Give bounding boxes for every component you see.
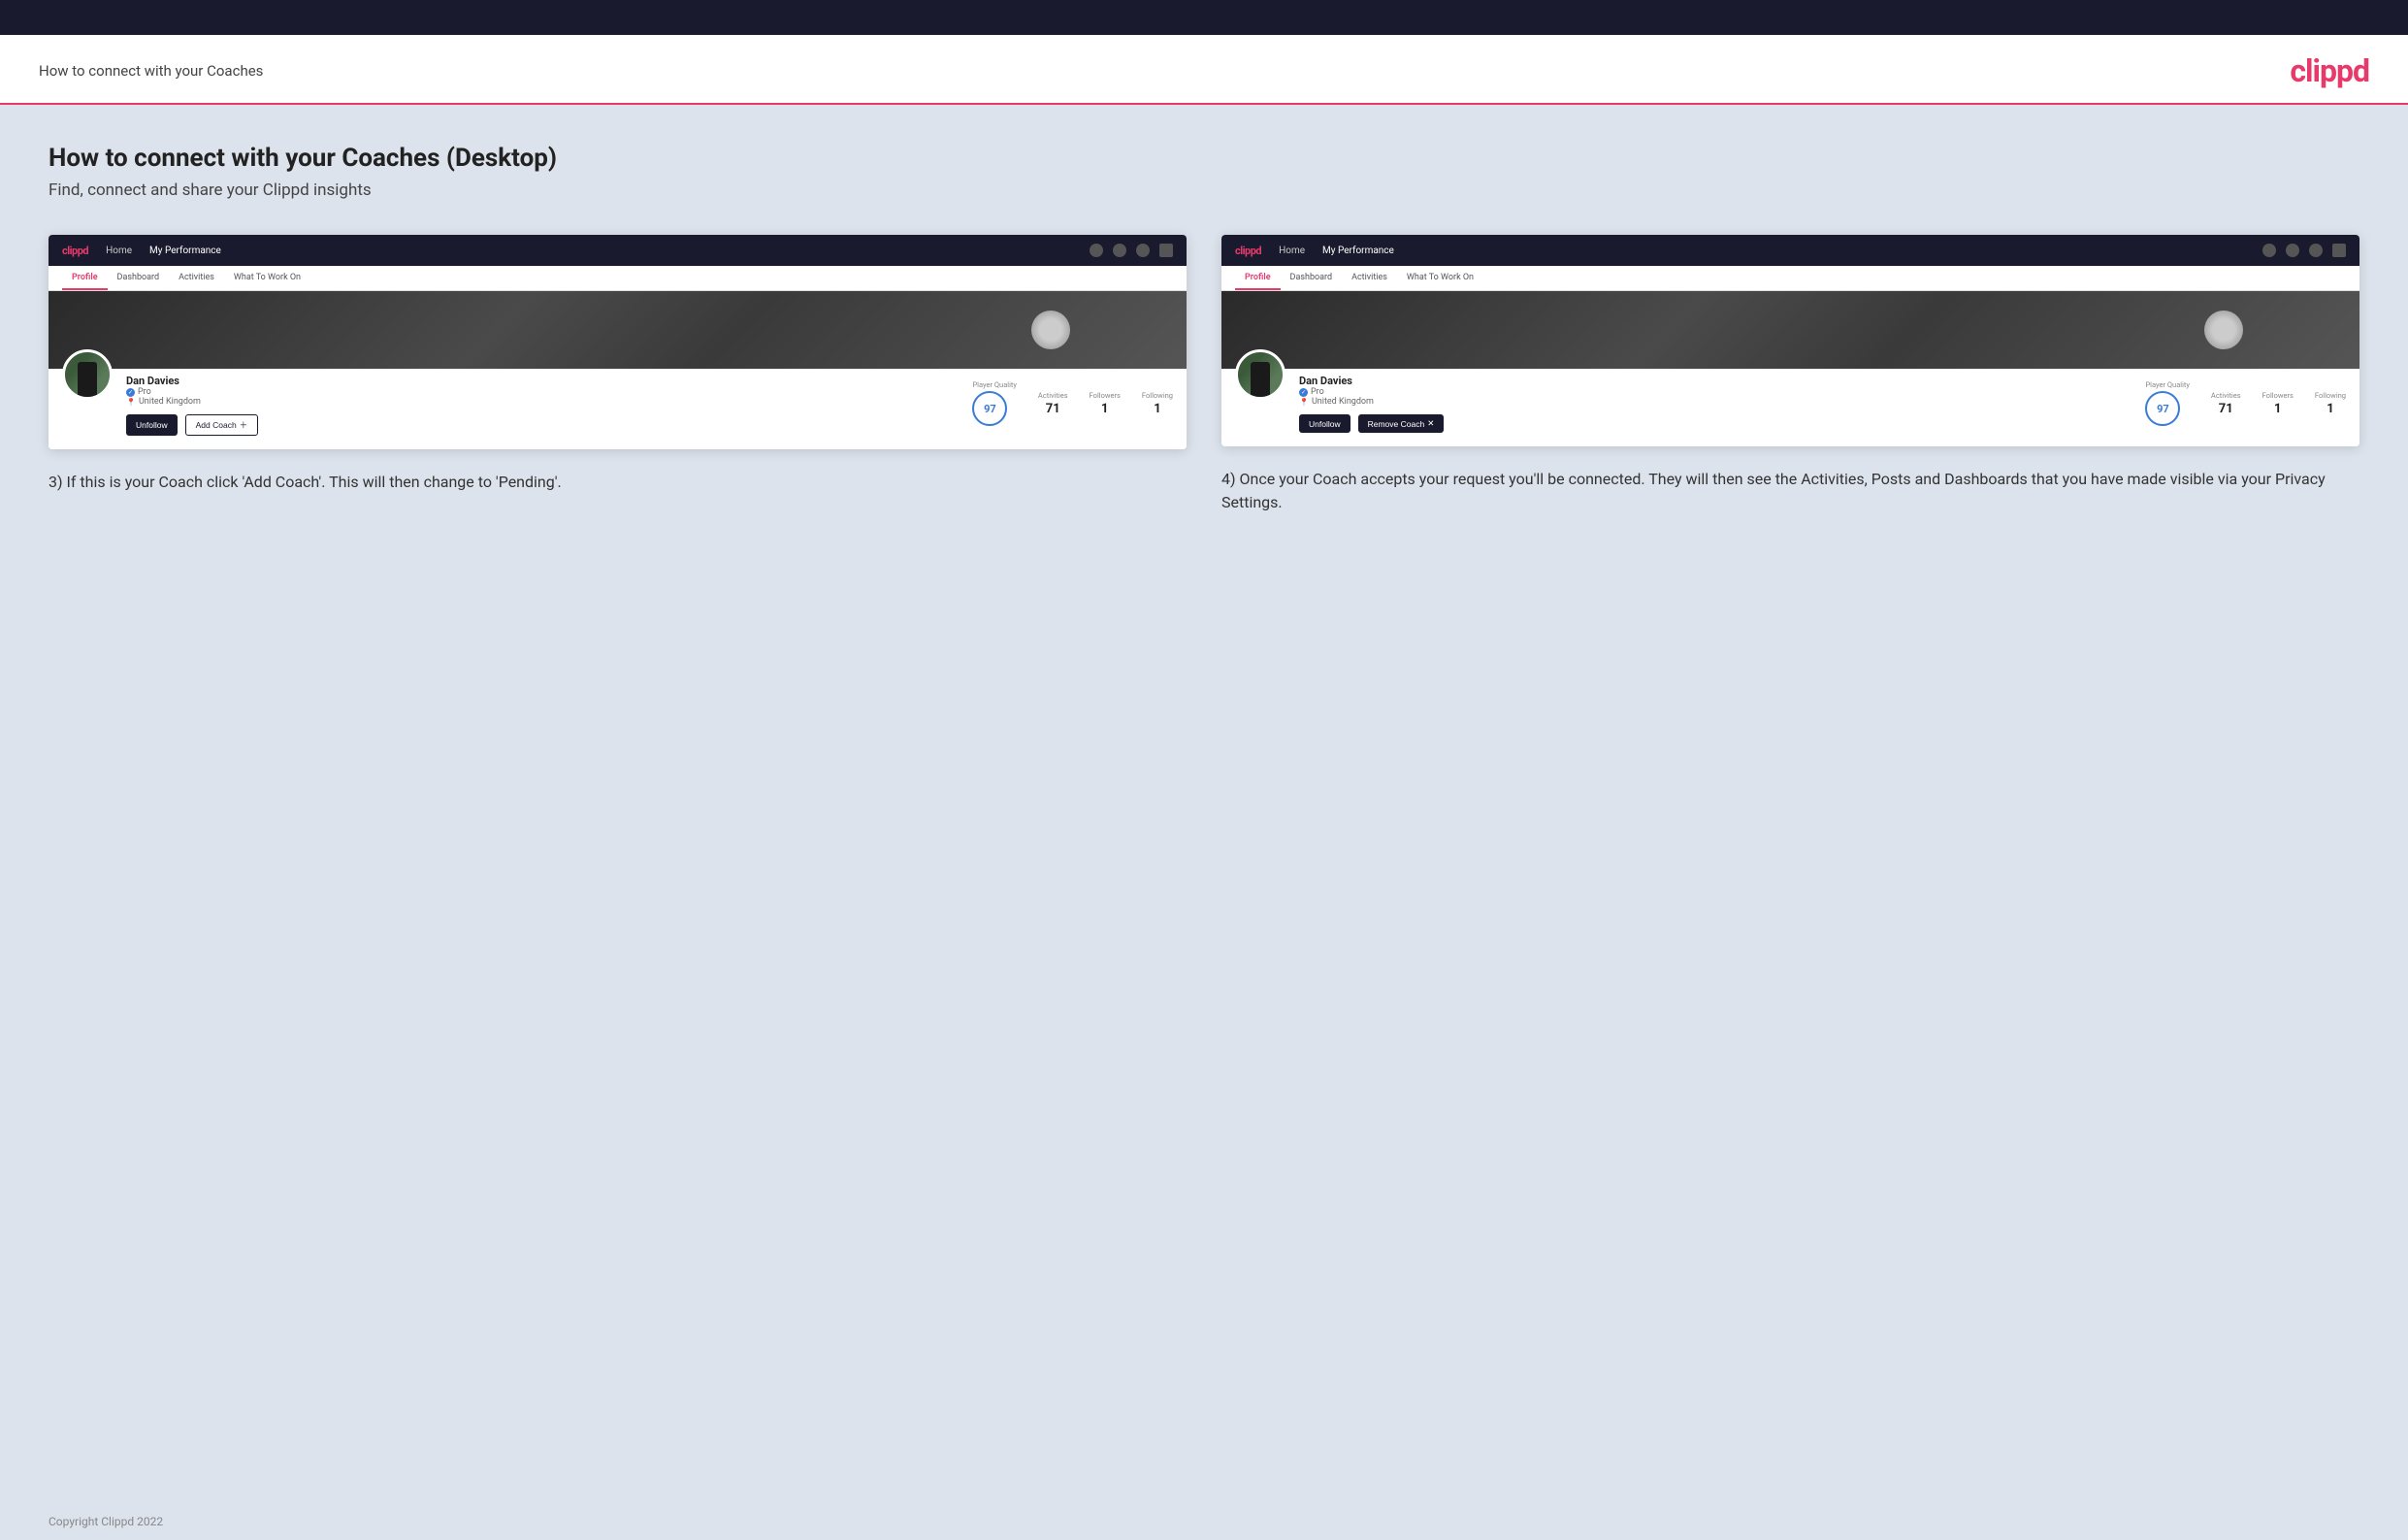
- bell-icon-left: [1136, 244, 1150, 257]
- mock-nav-home-right: Home: [1279, 246, 1305, 256]
- screenshot-col-left: clippd Home My Performance Profile Dashb…: [49, 235, 1187, 514]
- mock-stats-right: Player Quality 97 Activities 71 Follower…: [2145, 369, 2346, 426]
- mock-nav-performance-right: My Performance: [1322, 246, 1394, 256]
- stat-following-left: Following 1: [1142, 391, 1173, 416]
- mock-tabs-right: Profile Dashboard Activities What To Wor…: [1221, 266, 2359, 291]
- page-footer: Copyright Clippd 2022: [0, 1503, 2408, 1540]
- mock-logo-left: clippd: [62, 245, 88, 257]
- quality-circle-left: 97: [972, 391, 1007, 426]
- mock-nav-home-left: Home: [106, 246, 132, 256]
- mock-nav-left: clippd Home My Performance: [49, 235, 1187, 266]
- stat-activities-left: Activities 71: [1038, 391, 1068, 416]
- page-title: How to connect with your Coaches (Deskto…: [49, 144, 2359, 173]
- stat-quality-right: Player Quality 97: [2145, 380, 2189, 426]
- unfollow-button-right[interactable]: Unfollow: [1299, 414, 1350, 433]
- stat-following-right: Following 1: [2315, 391, 2346, 416]
- tab-profile-right[interactable]: Profile: [1235, 266, 1281, 290]
- page-header: How to connect with your Coaches clippd: [0, 35, 2408, 105]
- avatar-right: [1235, 349, 1285, 400]
- unfollow-button-left[interactable]: Unfollow: [126, 414, 178, 436]
- clippd-logo: clippd: [2290, 52, 2369, 89]
- footer-copyright: Copyright Clippd 2022: [49, 1515, 163, 1528]
- verify-icon-right: ✓: [1299, 388, 1308, 397]
- user-icon-left: [1113, 244, 1126, 257]
- mock-nav-icons-left: [1090, 244, 1173, 257]
- user-location-right: 📍 United Kingdom: [1299, 397, 1444, 407]
- avatar-icon-left: [1159, 244, 1173, 257]
- add-coach-button-left[interactable]: Add Coach ＋: [185, 414, 259, 436]
- tab-activities-right[interactable]: Activities: [1342, 266, 1397, 290]
- mock-logo-right: clippd: [1235, 245, 1261, 257]
- stat-followers-right: Followers 1: [2262, 391, 2294, 416]
- mock-stats-left: Player Quality 97 Activities 71 Follower…: [972, 369, 1173, 426]
- tab-whattoworkon-left[interactable]: What To Work On: [224, 266, 310, 290]
- mock-browser-left: clippd Home My Performance Profile Dashb…: [49, 235, 1187, 449]
- stat-followers-left: Followers 1: [1090, 391, 1121, 416]
- tab-dashboard-right[interactable]: Dashboard: [1281, 266, 1343, 290]
- user-tag-left: ✓ Pro: [126, 387, 258, 397]
- verify-icon-left: ✓: [126, 388, 135, 397]
- user-location-left: 📍 United Kingdom: [126, 397, 258, 407]
- page-header-title: How to connect with your Coaches: [39, 62, 263, 80]
- mock-nav-right: clippd Home My Performance: [1221, 235, 2359, 266]
- pin-icon-right: 📍: [1299, 398, 1309, 407]
- bell-icon-right: [2309, 244, 2323, 257]
- stat-quality-left: Player Quality 97: [972, 380, 1016, 426]
- tab-activities-left[interactable]: Activities: [169, 266, 224, 290]
- stat-activities-right: Activities 71: [2211, 391, 2241, 416]
- mock-nav-icons-right: [2262, 244, 2346, 257]
- tab-profile-left[interactable]: Profile: [62, 266, 108, 290]
- mock-buttons-left: Unfollow Add Coach ＋: [126, 414, 258, 436]
- mock-browser-right: clippd Home My Performance Profile Dashb…: [1221, 235, 2359, 446]
- user-name-right: Dan Davies: [1299, 375, 1444, 387]
- desc-left: 3) If this is your Coach click 'Add Coac…: [49, 471, 1187, 494]
- top-bar: [0, 0, 2408, 35]
- search-icon-right: [2262, 244, 2276, 257]
- screenshots-row: clippd Home My Performance Profile Dashb…: [49, 235, 2359, 514]
- pin-icon-left: 📍: [126, 398, 136, 407]
- mock-buttons-right: Unfollow Remove Coach ✕: [1299, 414, 1444, 433]
- search-icon-left: [1090, 244, 1103, 257]
- user-info-left: Dan Davies ✓ Pro 📍 United Kingdom Unfoll…: [126, 369, 258, 436]
- user-name-left: Dan Davies: [126, 375, 258, 387]
- quality-circle-right: 97: [2145, 391, 2180, 426]
- mock-nav-performance-left: My Performance: [149, 246, 221, 256]
- mock-banner-right: [1221, 291, 2359, 369]
- main-content: How to connect with your Coaches (Deskto…: [0, 105, 2408, 1503]
- mock-profile-section-right: Dan Davies ✓ Pro 📍 United Kingdom Unfoll…: [1221, 369, 2359, 446]
- mock-profile-section-left: Dan Davies ✓ Pro 📍 United Kingdom Unfoll…: [49, 369, 1187, 449]
- avatar-icon-right: [2332, 244, 2346, 257]
- tab-whattoworkon-right[interactable]: What To Work On: [1397, 266, 1483, 290]
- mock-banner-left: [49, 291, 1187, 369]
- user-tag-right: ✓ Pro: [1299, 387, 1444, 397]
- user-icon-right: [2286, 244, 2299, 257]
- mock-tabs-left: Profile Dashboard Activities What To Wor…: [49, 266, 1187, 291]
- page-subheading: Find, connect and share your Clippd insi…: [49, 180, 2359, 200]
- avatar-left: [62, 349, 113, 400]
- screenshot-col-right: clippd Home My Performance Profile Dashb…: [1221, 235, 2359, 514]
- tab-dashboard-left[interactable]: Dashboard: [108, 266, 170, 290]
- remove-coach-button-right[interactable]: Remove Coach ✕: [1358, 414, 1445, 433]
- desc-right: 4) Once your Coach accepts your request …: [1221, 468, 2359, 514]
- user-info-right: Dan Davies ✓ Pro 📍 United Kingdom Unfoll…: [1299, 369, 1444, 433]
